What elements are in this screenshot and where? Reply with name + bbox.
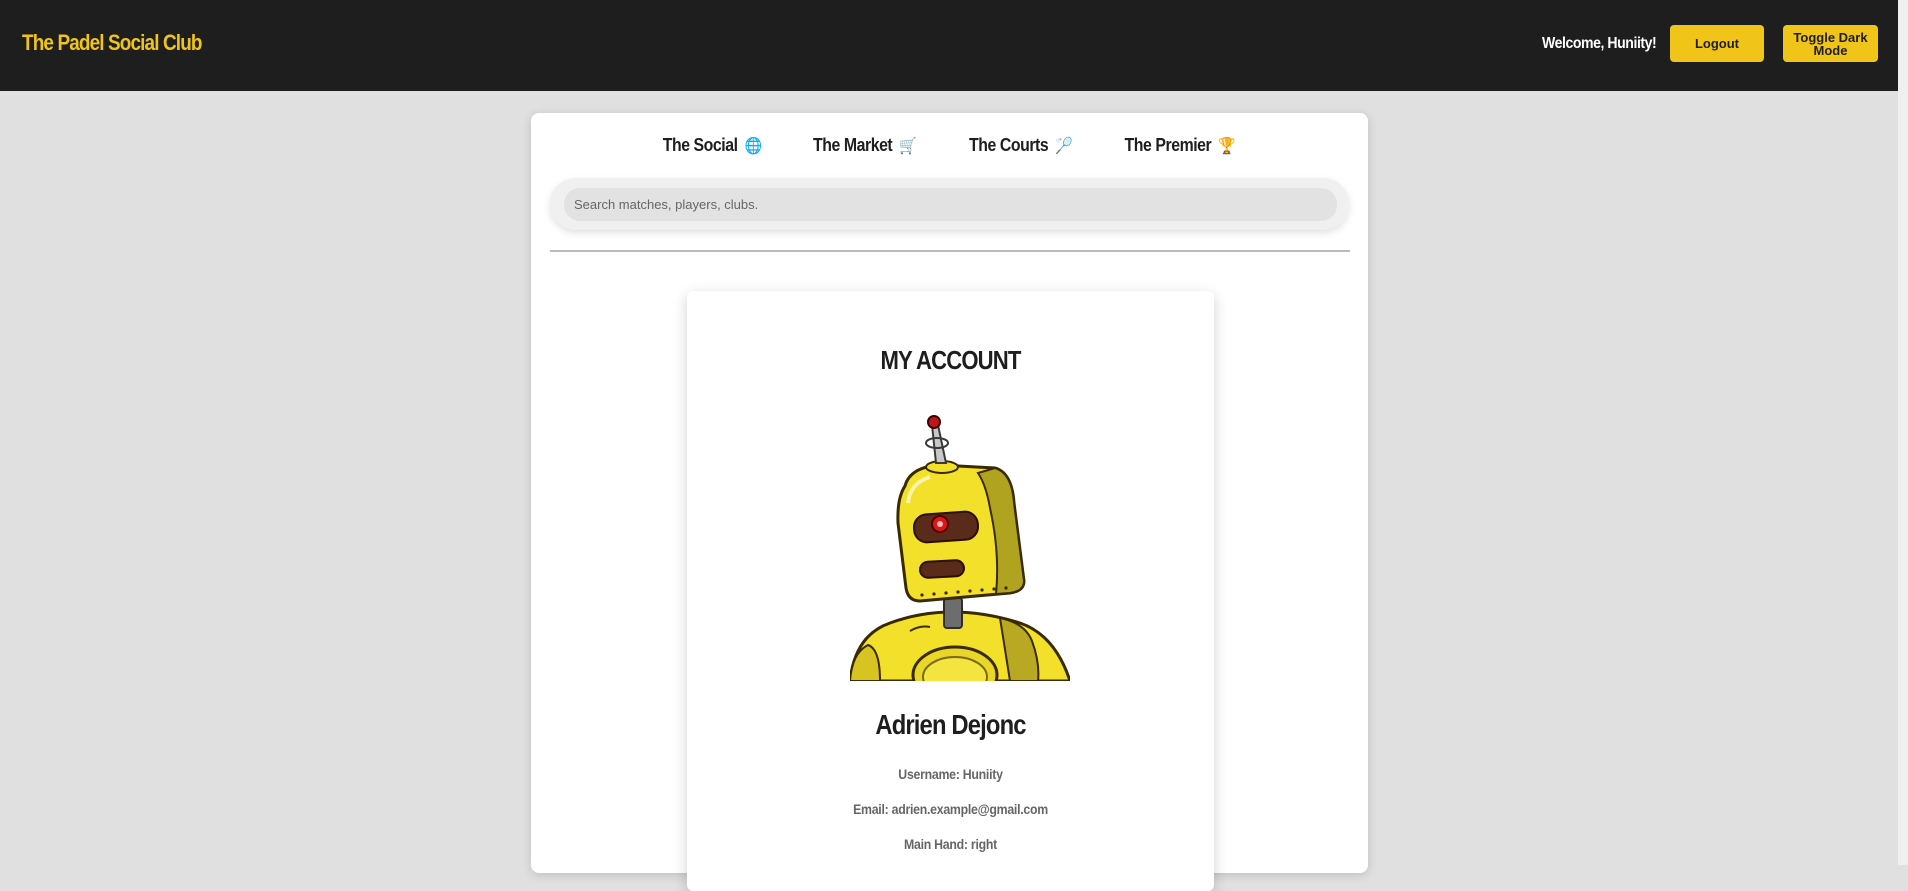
nav-item-label: The Courts [968, 135, 1049, 155]
nav-item-label: The Premier [1124, 135, 1212, 155]
top-bar: The Padel Social Club Welcome, Huniity! … [0, 0, 1898, 91]
account-card: MY ACCOUNT Adrien Dejonc Username: Hunii… [687, 291, 1214, 891]
globe-icon: 🌐 [744, 137, 762, 155]
nav-item-market[interactable]: The Market 🛒 [813, 135, 918, 156]
trophy-icon: 🏆 [1218, 137, 1237, 155]
racket-icon: 🏸 [1055, 137, 1073, 155]
nav-item-label: The Social [662, 135, 738, 155]
main-hand-detail: Main Hand: right [904, 836, 997, 852]
nav-item-premier[interactable]: The Premier 🏆 [1125, 135, 1236, 156]
search-input[interactable] [564, 188, 1337, 221]
email-detail: Email: adrien.example@gmail.com [853, 801, 1048, 817]
cart-icon: 🛒 [899, 137, 918, 155]
account-title: MY ACCOUNT [880, 345, 1021, 375]
logout-button[interactable]: Logout [1670, 25, 1764, 62]
nav-item-social[interactable]: The Social 🌐 [663, 135, 762, 156]
nav-item-courts[interactable]: The Courts 🏸 [968, 135, 1073, 156]
profile-name: Adrien Dejonc [875, 709, 1026, 740]
toggle-dark-mode-button[interactable]: Toggle Dark Mode [1783, 25, 1878, 62]
search-bar [550, 178, 1349, 230]
robot-avatar [850, 413, 1070, 681]
brand-title[interactable]: The Padel Social Club [22, 30, 202, 56]
username-detail: Username: Huniity [898, 766, 1003, 782]
scrollbar[interactable] [1898, 0, 1908, 865]
nav-item-label: The Market [813, 135, 893, 155]
main-panel: The Social 🌐 The Market 🛒 The Courts 🏸 T… [531, 113, 1368, 891]
welcome-message: Welcome, Huniity! [1542, 35, 1657, 52]
main-nav: The Social 🌐 The Market 🛒 The Courts 🏸 T… [531, 135, 1368, 156]
divider [550, 250, 1350, 252]
